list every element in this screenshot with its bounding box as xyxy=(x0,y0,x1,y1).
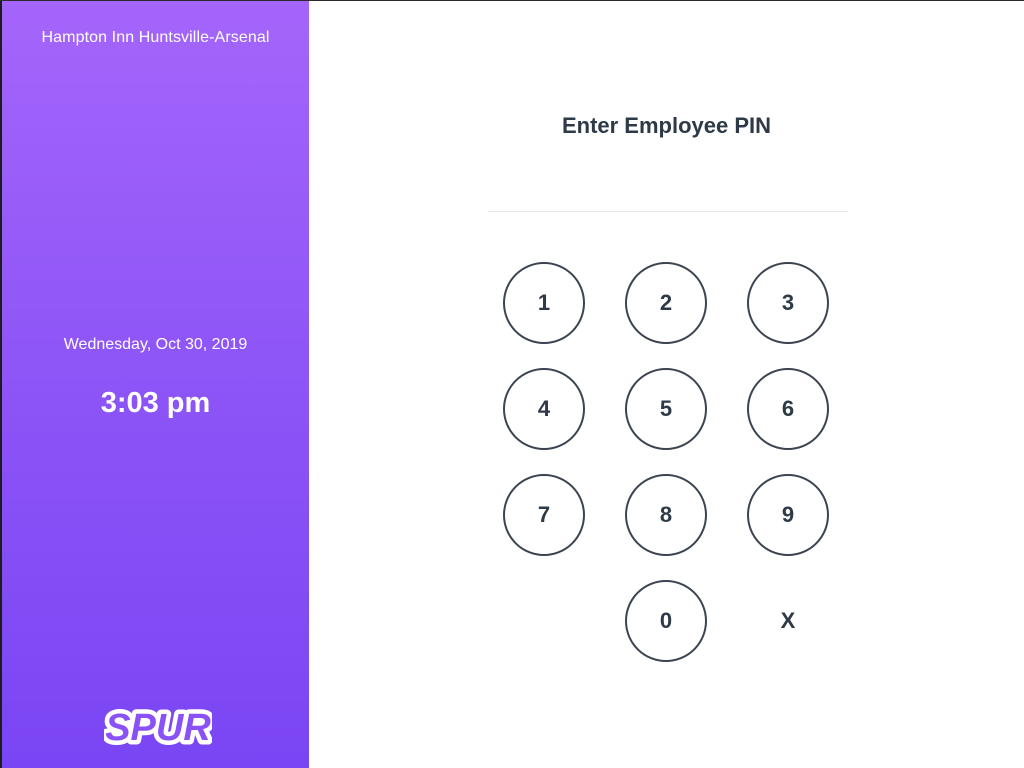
keypad-key-5[interactable]: 5 xyxy=(625,368,707,450)
sidebar: Hampton Inn Huntsville-Arsenal Wednesday… xyxy=(0,1,309,768)
keypad-key-7[interactable]: 7 xyxy=(503,474,585,556)
time-clock-app: Hampton Inn Huntsville-Arsenal Wednesday… xyxy=(0,0,1024,768)
keypad-key-6[interactable]: 6 xyxy=(747,368,829,450)
keypad-key-1[interactable]: 1 xyxy=(503,262,585,344)
keypad-key-9[interactable]: 9 xyxy=(747,474,829,556)
location-name: Hampton Inn Huntsville-Arsenal xyxy=(41,29,270,46)
keypad-clear-button[interactable]: X xyxy=(747,580,829,662)
keypad-key-3[interactable]: 3 xyxy=(747,262,829,344)
pin-display-field xyxy=(488,151,848,212)
page-title: Enter Employee PIN xyxy=(561,113,772,138)
keypad-key-0[interactable]: 0 xyxy=(625,580,707,662)
spur-logo: SPUR SPUR xyxy=(104,704,212,750)
keypad-key-4[interactable]: 4 xyxy=(503,368,585,450)
spur-logo-text: SPUR xyxy=(105,707,211,749)
keypad-key-8[interactable]: 8 xyxy=(625,474,707,556)
current-date: Wednesday, Oct 30, 2019 xyxy=(63,336,248,353)
pin-entry-panel: Enter Employee PIN 1 2 3 4 5 6 7 8 9 0 X xyxy=(309,1,1024,768)
keypad-key-2[interactable]: 2 xyxy=(625,262,707,344)
current-time: 3:03 pm xyxy=(100,387,211,419)
